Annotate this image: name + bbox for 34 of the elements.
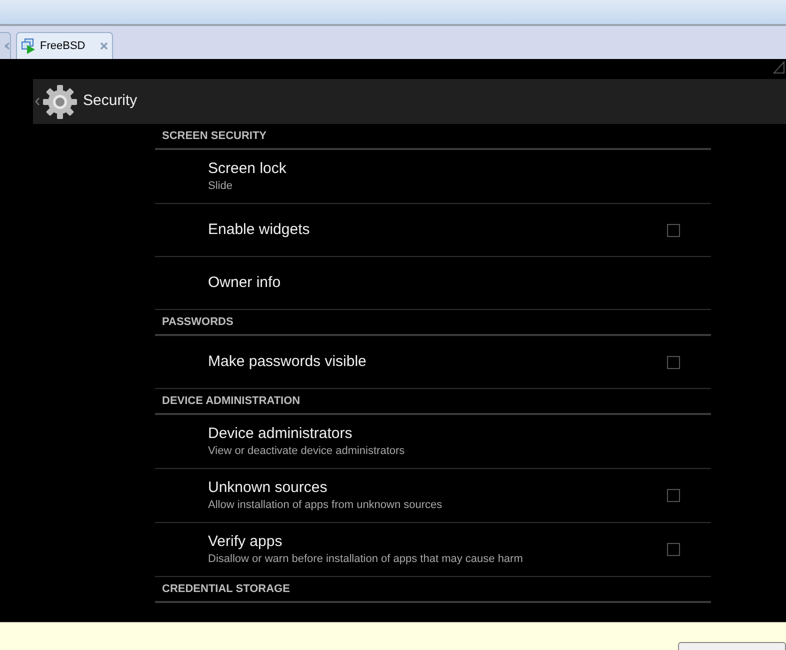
back-caret-icon[interactable] <box>35 97 40 106</box>
action-bar-title: Security <box>83 91 138 112</box>
checkbox[interactable] <box>667 356 680 368</box>
settings-row[interactable]: Owner info <box>155 257 711 310</box>
notification-button[interactable] <box>678 642 786 650</box>
checkbox[interactable] <box>667 489 680 502</box>
setting-title: Verify apps <box>208 532 284 552</box>
setting-summary: Allow installation of apps from unknown sources <box>208 498 444 513</box>
settings-row[interactable]: Make passwords visible <box>155 336 711 389</box>
setting-title: Owner info <box>208 273 282 293</box>
setting-title: Device administrators <box>208 424 354 444</box>
checkbox[interactable] <box>667 543 680 556</box>
gear-icon <box>42 84 78 120</box>
settings-row[interactable]: Verify apps Disallow or warn before installation of apps that may cause harm <box>155 523 711 577</box>
section-header: SCREEN SECURITY <box>162 128 267 144</box>
section-header: CREDENTIAL STORAGE <box>162 582 290 597</box>
setting-summary: Disallow or warn before installation of apps that may cause harm <box>208 552 524 567</box>
resize-grip-icon <box>773 61 785 74</box>
settings-row[interactable]: Unknown sources Allow installation of apps from unknown sources <box>155 469 711 523</box>
setting-title: Make passwords visible <box>208 352 368 372</box>
tab[interactable]: FreeBSD <box>16 32 113 59</box>
setting-title: Enable widgets <box>208 220 311 240</box>
virtual-machine-icon <box>21 38 37 54</box>
settings-row[interactable]: Screen lock Slide <box>155 150 711 204</box>
setting-summary: View or deactivate device administrators <box>208 444 406 459</box>
tab[interactable] <box>0 32 11 59</box>
section-header: PASSWORDS <box>162 314 234 330</box>
section-header: DEVICE ADMINISTRATION <box>162 394 300 409</box>
settings-row[interactable]: Enable widgets <box>155 204 711 257</box>
settings-row[interactable]: Device administrators View or deactivate device administrators <box>155 415 711 469</box>
setting-summary: Slide <box>208 179 234 194</box>
setting-title: Unknown sources <box>208 478 328 498</box>
setting-title: Screen lock <box>208 159 288 179</box>
checkbox[interactable] <box>667 224 680 236</box>
